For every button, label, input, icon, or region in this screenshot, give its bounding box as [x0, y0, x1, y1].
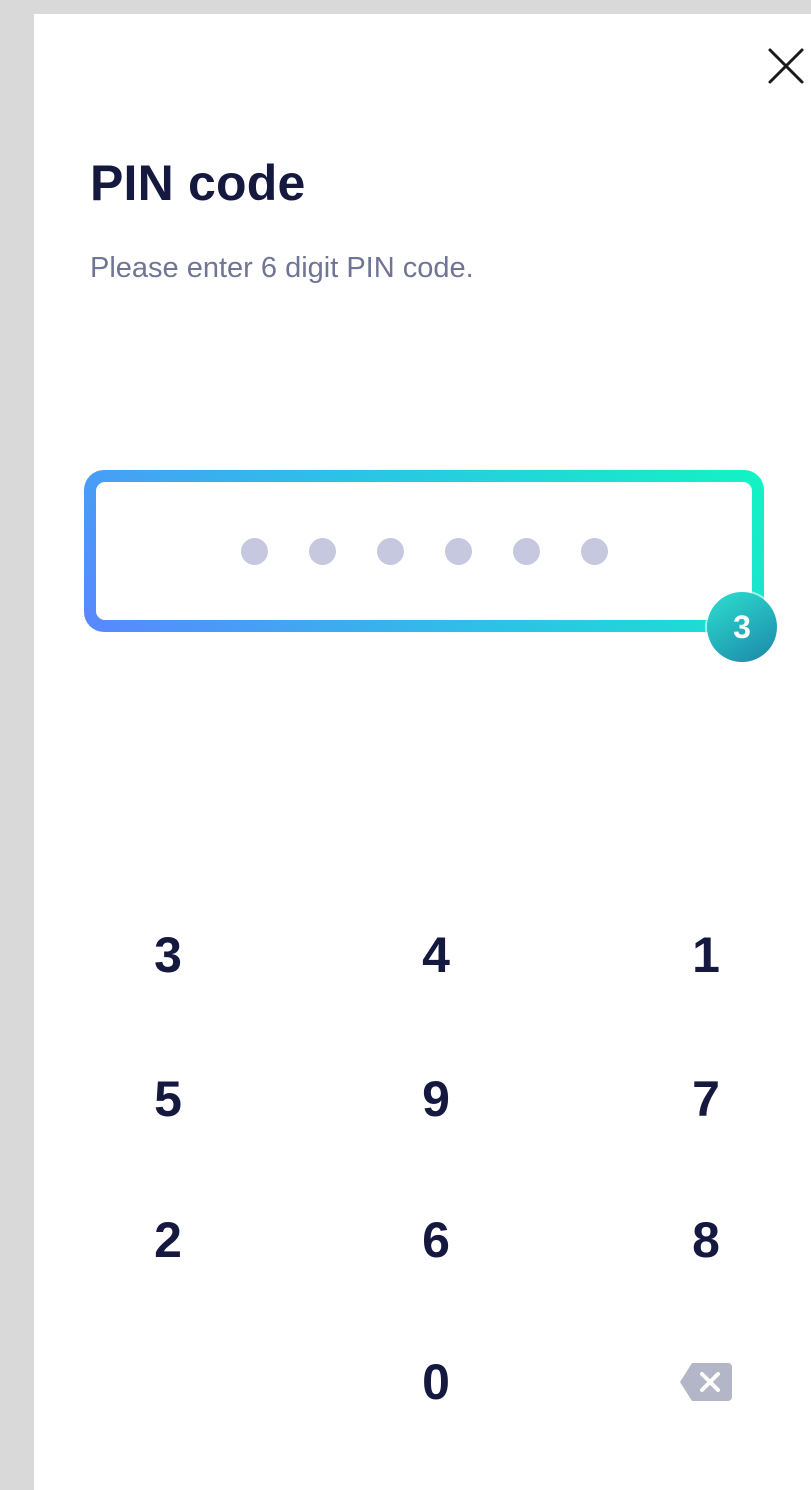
pin-input[interactable] [96, 482, 752, 620]
keypad-key[interactable]: 8 [606, 1180, 806, 1300]
pin-dot [580, 537, 608, 565]
pin-dot [308, 537, 336, 565]
pin-entry-screen: PIN code Please enter 6 digit PIN code. … [34, 14, 811, 1490]
keypad-key[interactable]: 3 [68, 895, 268, 1015]
pin-input-highlight [84, 470, 764, 632]
pin-dot [512, 537, 540, 565]
keypad-key[interactable]: 7 [606, 1039, 806, 1159]
backspace-icon [680, 1363, 732, 1401]
keypad-key[interactable]: 5 [68, 1039, 268, 1159]
keypad-key[interactable]: 2 [68, 1180, 268, 1300]
keypad-key[interactable]: 4 [336, 895, 536, 1015]
backspace-button[interactable] [606, 1322, 806, 1442]
keypad-key[interactable]: 0 [336, 1322, 536, 1442]
close-icon [768, 48, 804, 84]
keypad-key[interactable]: 6 [336, 1180, 536, 1300]
pin-dot [240, 537, 268, 565]
page-subtitle: Please enter 6 digit PIN code. [90, 252, 474, 284]
pin-dot [444, 537, 472, 565]
keypad-key[interactable]: 9 [336, 1039, 536, 1159]
close-button[interactable] [764, 44, 808, 88]
page-title: PIN code [90, 155, 306, 211]
pin-dot [376, 537, 404, 565]
step-badge: 3 [707, 592, 777, 662]
keypad-key[interactable]: 1 [606, 895, 806, 1015]
